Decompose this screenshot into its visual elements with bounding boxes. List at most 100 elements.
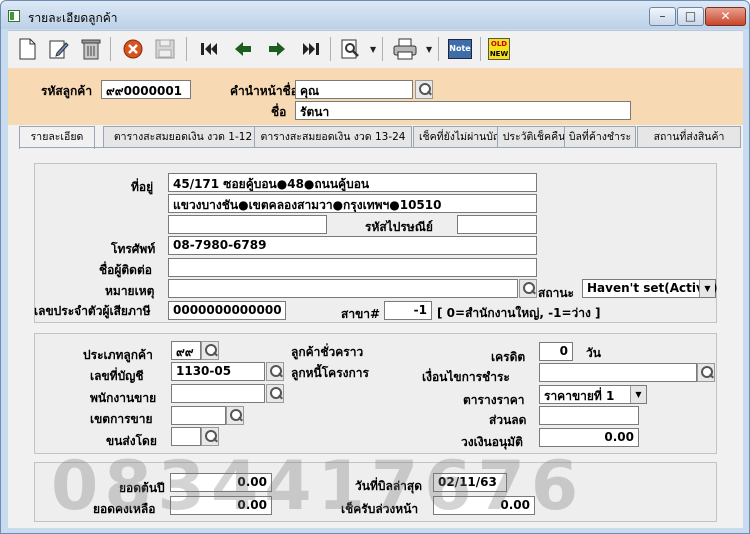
payment-terms-label: เงื่อนไขการชำระ bbox=[422, 370, 510, 384]
last-record-icon[interactable] bbox=[298, 36, 324, 62]
sales-zone-search-icon[interactable] bbox=[226, 406, 244, 425]
title-bar[interactable]: รายละเอียดลูกค้า – □ ✕ bbox=[1, 1, 749, 29]
last-bill-date-label: วันที่บิลล่าสุด bbox=[355, 479, 423, 493]
ship-by-search-icon[interactable] bbox=[201, 427, 219, 446]
tab-totals-1-12[interactable]: ตารางสะสมยอดเงิน งวด 1-12 bbox=[103, 126, 263, 147]
chevron-down-icon: ▼ bbox=[630, 386, 646, 403]
note-field[interactable] bbox=[168, 279, 518, 298]
customer-type-search-icon[interactable] bbox=[201, 341, 219, 360]
postcode-field[interactable] bbox=[457, 215, 537, 234]
ship-by-field[interactable] bbox=[171, 427, 201, 446]
toolbar: ▼ ▼ Note OLD NEW bbox=[8, 30, 743, 68]
opening-balance-label: ยอดต้นปี bbox=[119, 481, 165, 495]
address-label: ที่อยู่ bbox=[131, 180, 154, 194]
tab-totals-13-24[interactable]: ตารางสะสมยอดเงิน งวด 13-24 bbox=[254, 126, 412, 147]
price-table-label: ตารางราคา bbox=[463, 393, 525, 407]
price-table-select[interactable]: ราคาขายที่ 1 ▼ bbox=[539, 385, 647, 404]
advance-check-field[interactable]: 0.00 bbox=[433, 496, 535, 515]
app-icon bbox=[8, 10, 20, 22]
salesperson-field[interactable] bbox=[171, 384, 265, 403]
contact-label: ชื่อผู้ติดต่อ bbox=[99, 263, 152, 277]
note-search-icon[interactable] bbox=[519, 279, 537, 298]
search-dropdown-icon[interactable]: ▼ bbox=[370, 45, 376, 54]
print-dropdown-icon[interactable]: ▼ bbox=[426, 45, 432, 54]
edit-icon[interactable] bbox=[46, 36, 72, 62]
prefix-search-icon[interactable] bbox=[415, 80, 433, 99]
postcode-label: รหัสไปรษณีย์ bbox=[365, 220, 433, 234]
payment-terms-search-icon[interactable] bbox=[697, 363, 715, 382]
customer-code-field[interactable]: ๙๙0000001 bbox=[101, 80, 191, 99]
new-document-icon[interactable] bbox=[14, 36, 40, 62]
old-new-icon[interactable]: OLD NEW bbox=[486, 36, 512, 62]
discount-field[interactable] bbox=[539, 406, 639, 425]
print-icon[interactable] bbox=[392, 36, 418, 62]
last-bill-date-field[interactable]: 02/11/63 bbox=[433, 473, 507, 492]
account-field[interactable]: 1130-05 bbox=[171, 362, 265, 381]
new-label: NEW bbox=[489, 50, 509, 58]
credit-limit-field[interactable]: 0.00 bbox=[539, 428, 639, 447]
cancel-icon[interactable] bbox=[120, 36, 146, 62]
minimize-button[interactable]: – bbox=[649, 7, 676, 26]
note-label: Note bbox=[448, 39, 472, 59]
customer-code-label: รหัสลูกค้า bbox=[41, 84, 93, 98]
address-line-3-field[interactable] bbox=[168, 215, 327, 234]
branch-field[interactable]: -1 bbox=[384, 301, 432, 320]
next-record-icon[interactable] bbox=[264, 36, 290, 62]
credit-field[interactable]: 0 bbox=[539, 342, 573, 361]
discount-label: ส่วนลด bbox=[489, 413, 527, 427]
credit-limit-label: วงเงินอนุมัติ bbox=[461, 435, 523, 449]
credit-unit-label: วัน bbox=[586, 346, 601, 360]
payment-terms-field[interactable] bbox=[539, 363, 697, 382]
tab-delivery-locations[interactable]: สถานที่ส่งสินค้า bbox=[637, 126, 741, 147]
remaining-balance-field[interactable]: 0.00 bbox=[170, 496, 272, 515]
branch-label: สาขา# bbox=[341, 307, 381, 321]
chevron-down-icon: ▼ bbox=[699, 280, 715, 297]
old-label: OLD bbox=[490, 40, 508, 48]
ship-by-label: ขนส่งโดย bbox=[106, 434, 157, 448]
first-record-icon[interactable] bbox=[196, 36, 222, 62]
phone-field[interactable]: 08-7980-6789 bbox=[168, 236, 537, 255]
tab-returned-checks[interactable]: ประวัติเช็คคืน bbox=[497, 126, 571, 147]
note-icon[interactable]: Note bbox=[446, 36, 474, 62]
customer-detail-window: รายละเอียดลูกค้า – □ ✕ ▼ ▼ Note OLD NEW … bbox=[0, 0, 750, 534]
maximize-button[interactable]: □ bbox=[677, 7, 704, 26]
project-debtor-label: ลูกหนี้โครงการ bbox=[291, 366, 369, 380]
opening-balance-field[interactable]: 0.00 bbox=[170, 473, 272, 492]
name-label: ชื่อ bbox=[271, 105, 287, 119]
customer-type-field[interactable]: ๙๙ bbox=[171, 341, 201, 360]
tab-detail[interactable]: รายละเอียด bbox=[19, 126, 95, 149]
save-icon[interactable] bbox=[152, 36, 178, 62]
previous-record-icon[interactable] bbox=[230, 36, 256, 62]
sales-zone-label: เขตการขาย bbox=[90, 412, 153, 426]
status-value: Haven't set(Active) bbox=[587, 281, 718, 295]
prefix-field[interactable]: คุณ bbox=[295, 80, 413, 99]
phone-label: โทรศัพท์ bbox=[111, 242, 156, 256]
address-line-1-field[interactable]: 45/171 ซอยคู้บอน●48●ถนนคู้บอน bbox=[168, 173, 537, 192]
salesperson-label: พนักงานขาย bbox=[90, 391, 157, 405]
salesperson-search-icon[interactable] bbox=[266, 384, 284, 403]
contact-field[interactable] bbox=[168, 258, 537, 277]
temp-customer-label: ลูกค้าชั่วคราว bbox=[291, 345, 364, 359]
account-search-icon[interactable] bbox=[266, 362, 284, 381]
tax-id-field[interactable]: 0000000000000 bbox=[168, 301, 286, 320]
trash-icon[interactable] bbox=[78, 36, 104, 62]
credit-label: เครดิต bbox=[491, 350, 526, 364]
status-label: สถานะ bbox=[538, 286, 574, 300]
tax-id-label: เลขประจำตัวผู้เสียภาษี bbox=[34, 304, 151, 318]
account-label: เลขที่บัญชี bbox=[90, 369, 144, 383]
note-label: หมายเหตุ bbox=[105, 284, 155, 298]
customer-type-label: ประเภทลูกค้า bbox=[83, 348, 153, 362]
address-line-2-field[interactable]: แขวงบางชัน●เขตคลองสามวา●กรุงเทพฯ●10510 bbox=[168, 194, 537, 213]
remaining-balance-label: ยอดคงเหลือ bbox=[93, 502, 156, 516]
price-table-value: ราคาขายที่ 1 bbox=[544, 389, 615, 403]
tab-outstanding-bills[interactable]: บิลที่ค้างชำระ bbox=[564, 126, 636, 147]
status-select[interactable]: Haven't set(Active) ▼ bbox=[582, 279, 718, 298]
branch-hint: [ 0=สำนักงานใหญ่, -1=ว่าง ] bbox=[437, 306, 601, 320]
close-button[interactable]: ✕ bbox=[705, 7, 746, 26]
name-field[interactable]: รัตนา bbox=[295, 101, 631, 120]
prefix-label: คำนำหน้าชื่อ bbox=[230, 84, 298, 98]
sales-zone-field[interactable] bbox=[171, 406, 226, 425]
window-title: รายละเอียดลูกค้า bbox=[28, 11, 118, 25]
search-icon[interactable] bbox=[338, 36, 364, 62]
advance-check-label: เช็ครับล่วงหน้า bbox=[341, 502, 419, 516]
